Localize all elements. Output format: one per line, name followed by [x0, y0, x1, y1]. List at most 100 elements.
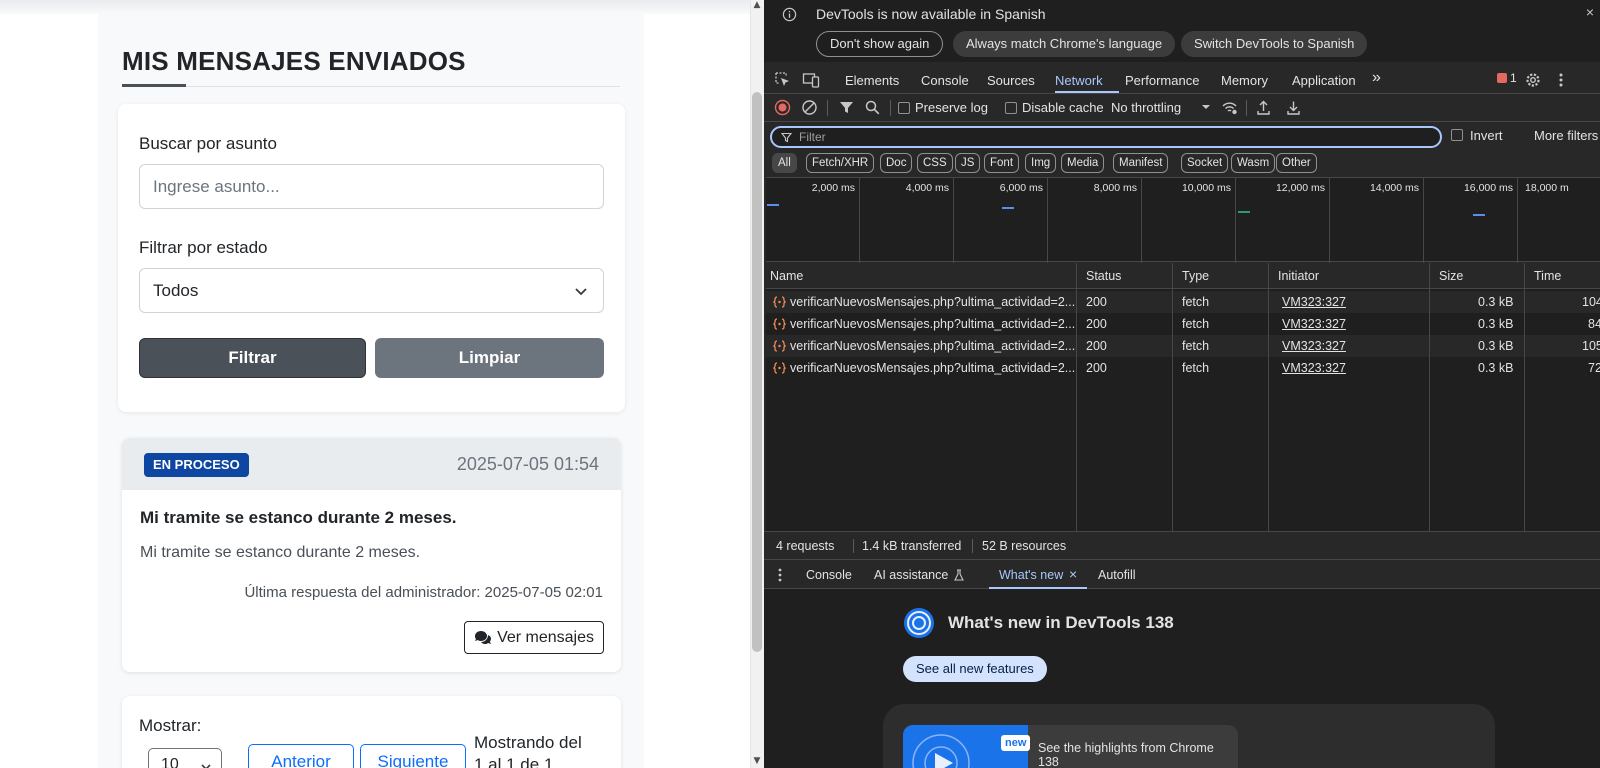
column-divider[interactable]	[1076, 263, 1077, 531]
next-page-button[interactable]: Siguiente	[360, 744, 466, 768]
drawer-tab-console[interactable]: Console	[806, 568, 852, 582]
scroll-down-arrow-icon[interactable]: ▼	[752, 756, 762, 766]
scroll-up-arrow-icon[interactable]: ▲	[752, 0, 762, 10]
column-name[interactable]: Name	[770, 269, 803, 283]
type-filter-img[interactable]: Img	[1025, 153, 1057, 173]
fetch-request-icon	[773, 362, 786, 374]
dropdown-caret-icon[interactable]	[1200, 101, 1212, 113]
issues-count: 1	[1510, 71, 1517, 85]
column-divider[interactable]	[1429, 263, 1430, 531]
request-row[interactable]: verificarNuevosMensajes.php?ultima_activ…	[766, 313, 1600, 335]
column-divider[interactable]	[1268, 263, 1269, 531]
type-filter-css[interactable]: CSS	[917, 153, 953, 173]
request-initiator-link[interactable]: VM323:327	[1282, 317, 1346, 331]
switch-language-button[interactable]: Switch DevTools to Spanish	[1181, 31, 1368, 57]
close-icon[interactable]: ×	[1069, 566, 1077, 582]
page-scrollbar-thumb[interactable]	[752, 92, 762, 652]
type-filter-font[interactable]: Font	[984, 153, 1020, 173]
type-filter-socket[interactable]: Socket	[1181, 153, 1229, 173]
page-size-select[interactable]: 10	[148, 748, 222, 768]
throttling-select[interactable]: No throttling	[1111, 100, 1181, 115]
settings-gear-icon[interactable]	[1524, 71, 1542, 89]
more-options-icon[interactable]	[1552, 71, 1570, 89]
tab-performance[interactable]: Performance	[1125, 73, 1199, 88]
subject-search-input[interactable]	[139, 164, 604, 209]
column-size[interactable]: Size	[1439, 269, 1463, 283]
record-stop-icon[interactable]	[774, 99, 791, 116]
filter-button[interactable]: Filtrar	[139, 338, 366, 378]
dont-show-again-button[interactable]: Don't show again	[816, 31, 944, 57]
issues-badge[interactable]: 1	[1497, 71, 1517, 85]
clear-button[interactable]: Limpiar	[375, 338, 604, 378]
timeline-tick: 2,000 ms	[811, 182, 855, 194]
tab-sources[interactable]: Sources	[987, 73, 1035, 88]
highlights-thumbnail: new	[903, 725, 1031, 768]
request-row[interactable]: verificarNuevosMensajes.php?ultima_activ…	[766, 335, 1600, 357]
type-filter-manifest[interactable]: Manifest	[1113, 153, 1169, 173]
request-status: 200	[1086, 361, 1107, 375]
type-filter-wasm[interactable]: Wasm	[1231, 153, 1276, 173]
comments-icon	[475, 630, 492, 644]
disable-cache-label: Disable cache	[1022, 100, 1104, 115]
match-language-button[interactable]: Always match Chrome's language	[953, 31, 1176, 57]
drawer-menu-icon[interactable]	[776, 567, 784, 583]
see-all-features-button[interactable]: See all new features	[903, 656, 1047, 682]
export-har-icon[interactable]	[1285, 99, 1302, 116]
column-divider[interactable]	[1172, 263, 1173, 531]
device-toolbar-icon[interactable]	[802, 71, 820, 89]
column-time[interactable]: Time	[1534, 269, 1561, 283]
highlights-text: See the highlights from Chrome 138	[1038, 741, 1214, 768]
active-tab-indicator	[1055, 91, 1119, 93]
title-accent	[122, 84, 186, 87]
tab-console[interactable]: Console	[921, 73, 969, 88]
network-timeline-overview[interactable]: 2,000 ms 4,000 ms 6,000 ms 8,000 ms 10,0…	[766, 177, 1600, 263]
highlights-item[interactable]: new See the highlights from Chrome 138	[903, 725, 1238, 768]
close-icon[interactable]: ×	[1586, 4, 1594, 20]
resource-type-filters: All Fetch/XHR Doc CSS JS Font Img Media …	[764, 153, 1600, 175]
drawer-tab-ai-assistance[interactable]: AI assistance	[874, 568, 948, 582]
column-divider[interactable]	[1524, 263, 1525, 531]
previous-page-button[interactable]: Anterior	[248, 744, 354, 768]
tab-application[interactable]: Application	[1292, 73, 1356, 88]
network-filter-input[interactable]: Filter	[770, 126, 1442, 148]
status-select[interactable]: Todos	[139, 268, 604, 313]
view-messages-button[interactable]: Ver mensajes	[464, 621, 604, 654]
search-icon[interactable]	[864, 99, 881, 116]
invert-checkbox[interactable]	[1451, 129, 1463, 141]
more-filters-button[interactable]: More filters	[1534, 128, 1598, 143]
column-initiator[interactable]: Initiator	[1278, 269, 1319, 283]
request-row[interactable]: verificarNuevosMensajes.php?ultima_activ…	[766, 357, 1600, 379]
drawer-tab-autofill[interactable]: Autofill	[1098, 568, 1136, 582]
more-tabs-icon[interactable]: »	[1372, 69, 1381, 87]
tab-network[interactable]: Network	[1055, 73, 1103, 88]
type-filter-js[interactable]: JS	[955, 153, 981, 173]
request-row[interactable]: verificarNuevosMensajes.php?ultima_activ…	[766, 291, 1600, 313]
request-initiator-link[interactable]: VM323:327	[1282, 361, 1346, 375]
request-initiator-link[interactable]: VM323:327	[1282, 295, 1346, 309]
drawer-tab-whats-new[interactable]: What's new	[999, 568, 1063, 582]
import-har-icon[interactable]	[1255, 99, 1272, 116]
column-type[interactable]: Type	[1182, 269, 1209, 283]
status-select-value: Todos	[153, 281, 199, 300]
type-filter-all[interactable]: All	[772, 153, 797, 173]
summary-separator	[853, 539, 854, 553]
request-initiator-link[interactable]: VM323:327	[1282, 339, 1346, 353]
filter-icon[interactable]	[838, 99, 855, 116]
error-icon	[1497, 73, 1507, 83]
tab-elements[interactable]: Elements	[845, 73, 899, 88]
network-conditions-icon[interactable]	[1221, 99, 1238, 116]
clear-icon[interactable]	[801, 99, 818, 116]
type-filter-other[interactable]: Other	[1276, 153, 1317, 173]
tab-memory[interactable]: Memory	[1221, 73, 1268, 88]
preserve-log-checkbox[interactable]	[898, 102, 910, 114]
toolbar-separator	[827, 100, 828, 116]
type-filter-doc[interactable]: Doc	[880, 153, 913, 173]
type-filter-media[interactable]: Media	[1061, 153, 1105, 173]
disable-cache-checkbox[interactable]	[1005, 102, 1017, 114]
inspect-element-icon[interactable]	[774, 71, 792, 89]
chevron-down-icon	[201, 764, 211, 768]
timeline-tick: 14,000 ms	[1369, 182, 1419, 194]
column-status[interactable]: Status	[1086, 269, 1121, 283]
type-filter-fetch-xhr[interactable]: Fetch/XHR	[806, 153, 875, 173]
request-size: 0.3 kB	[1478, 339, 1514, 353]
